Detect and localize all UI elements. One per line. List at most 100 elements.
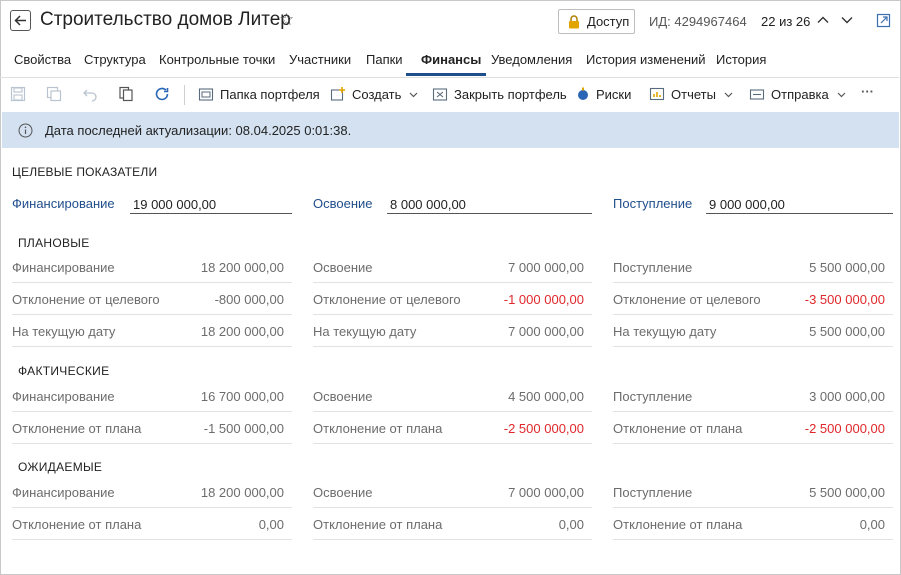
info-banner: Дата последней актуализации: 08.04.2025 …	[2, 112, 899, 148]
row-value: 0,00	[558, 517, 584, 532]
tab-history[interactable]: История	[716, 52, 766, 67]
target-development-label[interactable]: Освоение	[313, 196, 373, 211]
tab-participants[interactable]: Участники	[289, 52, 351, 67]
open-external-icon[interactable]	[876, 13, 891, 28]
undo-icon[interactable]	[82, 86, 98, 102]
planned-income-deviation-row: Отклонение от целевого -3 500 000,00	[613, 283, 893, 315]
row-value: 7 000 000,00	[508, 324, 584, 339]
tab-finance[interactable]: Финансы	[421, 52, 481, 67]
create-icon	[330, 87, 345, 101]
record-counter: 22 из 26	[761, 14, 811, 29]
title-bar: Строительство домов Литер ☆ Доступ ИД: 4…	[0, 0, 899, 42]
row-label: Отклонение от плана	[313, 421, 443, 436]
row-label: Поступление	[613, 485, 693, 500]
planned-financing-current-row: На текущую дату 18 200 000,00	[12, 315, 292, 347]
chevron-down-icon	[724, 92, 733, 97]
tab-structure[interactable]: Структура	[84, 52, 146, 67]
row-value: 5 500 000,00	[809, 324, 885, 339]
reports-icon	[649, 87, 665, 101]
expected-development-deviation-row: Отклонение от плана 0,00	[313, 508, 592, 540]
row-value: 0,00	[258, 517, 284, 532]
row-value: -800 000,00	[214, 292, 284, 307]
chevron-down-icon[interactable]	[840, 13, 854, 27]
folder-icon	[198, 88, 214, 101]
tab-milestones[interactable]: Контрольные точки	[159, 52, 275, 67]
row-value: 7 000 000,00	[508, 260, 584, 275]
back-button[interactable]	[10, 10, 31, 31]
expected-financing-deviation-row: Отклонение от плана 0,00	[12, 508, 292, 540]
row-label: Отклонение от плана	[313, 517, 443, 532]
tab-change-history[interactable]: История изменений	[586, 52, 706, 67]
planned-development-row: Освоение 7 000 000,00	[313, 251, 592, 283]
refresh-icon[interactable]	[154, 86, 170, 102]
row-value-negative: -1 000 000,00	[503, 292, 584, 307]
target-development-field[interactable]: 8 000 000,00	[387, 197, 592, 214]
row-label: Финансирование	[12, 485, 115, 500]
send-button[interactable]: Отправка	[749, 86, 846, 102]
reports-button[interactable]: Отчеты	[649, 86, 733, 102]
row-label: Освоение	[313, 485, 373, 500]
create-label: Создать	[352, 86, 402, 102]
copy-icon[interactable]	[118, 86, 134, 102]
planned-financing-deviation-row: Отклонение от целевого -800 000,00	[12, 283, 292, 315]
toolbar: Папка портфеля Создать Закрыть портфель …	[0, 78, 899, 112]
close-portfolio-button[interactable]: Закрыть портфель	[432, 86, 567, 102]
expected-income-deviation-row: Отклонение от плана 0,00	[613, 508, 893, 540]
tab-properties[interactable]: Свойства	[14, 52, 71, 67]
target-income-label[interactable]: Поступление	[613, 196, 692, 211]
target-income-field[interactable]: 9 000 000,00	[706, 197, 893, 214]
row-value: 18 200 000,00	[200, 324, 284, 339]
risks-icon	[578, 87, 588, 100]
actual-development-row: Освоение 4 500 000,00	[313, 380, 592, 412]
save-icon[interactable]	[10, 86, 26, 102]
back-arrow-icon	[14, 15, 26, 26]
tab-folders[interactable]: Папки	[366, 52, 403, 67]
actual-income-deviation-row: Отклонение от плана -2 500 000,00	[613, 412, 893, 444]
info-icon	[18, 123, 33, 137]
actual-financing-deviation-row: Отклонение от плана -1 500 000,00	[12, 412, 292, 444]
target-financing-label[interactable]: Финансирование	[12, 196, 115, 211]
access-button-label: Доступ	[587, 14, 630, 29]
tab-bar: Свойства Структура Контрольные точки Уча…	[0, 42, 899, 78]
portfolio-folder-label: Папка портфеля	[220, 86, 320, 102]
page-title: Строительство домов Литер	[40, 9, 291, 30]
row-value: 18 200 000,00	[200, 260, 284, 275]
close-portfolio-icon	[432, 88, 448, 101]
row-value: 5 500 000,00	[809, 485, 885, 500]
row-value: 5 500 000,00	[809, 260, 885, 275]
row-value: 7 000 000,00	[508, 485, 584, 500]
risks-button[interactable]: Риски	[576, 86, 631, 102]
chevron-down-icon	[409, 92, 418, 97]
favorite-star-icon[interactable]: ☆	[279, 10, 294, 30]
reports-label: Отчеты	[671, 86, 716, 102]
send-label: Отправка	[771, 86, 829, 102]
planned-development-current-row: На текущую дату 7 000 000,00	[313, 315, 592, 347]
row-label: Отклонение от целевого	[12, 292, 160, 307]
targets-caption: ЦЕЛЕВЫЕ ПОКАЗАТЕЛИ	[12, 165, 158, 179]
target-financing-field[interactable]: 19 000 000,00	[130, 197, 292, 214]
row-label: Отклонение от плана	[12, 517, 142, 532]
row-value: 4 500 000,00	[508, 389, 584, 404]
row-label: Отклонение от плана	[613, 517, 743, 532]
chevron-up-icon[interactable]	[816, 13, 830, 27]
planned-title: ПЛАНОВЫЕ	[18, 236, 90, 250]
portfolio-folder-button[interactable]: Папка портфеля	[198, 86, 320, 102]
create-button[interactable]: Создать	[330, 86, 418, 102]
row-label: Финансирование	[12, 260, 115, 275]
actual-income-row: Поступление 3 000 000,00	[613, 380, 893, 412]
row-value: -1 500 000,00	[203, 421, 284, 436]
row-label: На текущую дату	[12, 324, 116, 339]
lock-icon	[569, 14, 579, 28]
actual-title: ФАКТИЧЕСКИЕ	[18, 364, 110, 378]
tab-notifications[interactable]: Уведомления	[491, 52, 572, 67]
expected-income-row: Поступление 5 500 000,00	[613, 476, 893, 508]
row-label: Отклонение от целевого	[313, 292, 461, 307]
row-label: Поступление	[613, 389, 693, 404]
access-button[interactable]: Доступ	[558, 9, 635, 34]
actual-development-deviation-row: Отклонение от плана -2 500 000,00	[313, 412, 592, 444]
more-button[interactable]: ···	[861, 84, 874, 99]
send-icon	[749, 89, 765, 100]
planned-income-current-row: На текущую дату 5 500 000,00	[613, 315, 893, 347]
row-label: Поступление	[613, 260, 693, 275]
save-copy-icon[interactable]	[46, 86, 62, 102]
